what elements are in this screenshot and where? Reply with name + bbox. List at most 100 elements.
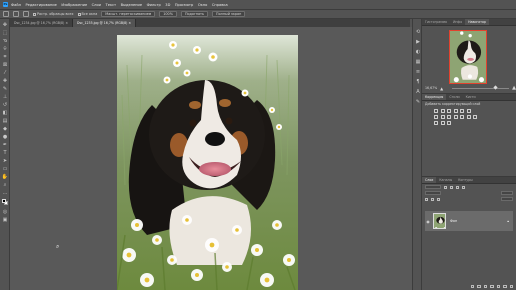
brush-tool-icon[interactable]: ✎	[2, 86, 8, 92]
zoom-value[interactable]: 16,67%	[425, 86, 437, 90]
all-windows-check[interactable]: Все окна	[77, 12, 97, 16]
quick-select-tool-icon[interactable]: ⌾	[2, 46, 8, 52]
canvas-area[interactable]	[10, 27, 412, 290]
layer-name[interactable]: Фон	[450, 219, 457, 223]
color-panel-icon[interactable]: ◐	[415, 49, 421, 55]
menu-3d[interactable]: 3D	[165, 3, 170, 7]
crop-tool-icon[interactable]: ⌗	[2, 54, 8, 60]
color-swatches[interactable]	[0, 198, 9, 208]
foreground-color-swatch[interactable]	[2, 199, 6, 203]
hand-tool-icon[interactable]: ✋	[2, 174, 8, 180]
selective-color-icon[interactable]	[447, 121, 451, 125]
menu-image[interactable]: Изображение	[61, 3, 87, 7]
gradient-tool-icon[interactable]: ▤	[2, 118, 8, 124]
tab-layers[interactable]: Слои	[422, 177, 437, 183]
screen-mode-icon[interactable]: ▣	[2, 217, 8, 223]
more-tools-icon[interactable]: …	[2, 190, 8, 196]
scrubby-zoom-button[interactable]: Масшт. перетаскиванием	[101, 11, 156, 17]
layer-style-icon[interactable]	[477, 284, 481, 289]
new-group-icon[interactable]	[496, 284, 500, 289]
path-select-tool-icon[interactable]: ➤	[2, 158, 8, 164]
rectangle-tool-icon[interactable]: ▭	[2, 166, 8, 172]
fit-screen-button[interactable]: Подогнать	[180, 11, 209, 17]
character-panel-icon[interactable]: A	[415, 89, 421, 95]
menu-layer[interactable]: Слои	[92, 3, 101, 7]
document-tab-active[interactable]: Dsc_1235.jpg @ 16,7% (RGB/8) ×	[73, 19, 137, 27]
resize-windows-check[interactable]: Растр. образцы всех	[33, 12, 74, 16]
lock-position-icon[interactable]	[431, 197, 434, 201]
exposure-icon[interactable]	[453, 109, 458, 113]
lock-icon[interactable]: 🔒︎	[507, 219, 509, 223]
zoom-100-button[interactable]: 100%	[159, 11, 177, 17]
layer-item-background[interactable]: ◉ Фон 🔒︎	[425, 211, 513, 231]
zoom-in-icon[interactable]: ▲	[512, 85, 516, 91]
clone-stamp-tool-icon[interactable]: ⊥	[2, 94, 8, 100]
navigator-preview[interactable]	[449, 30, 487, 84]
type-tool-icon[interactable]: T	[2, 150, 8, 156]
add-mask-icon[interactable]	[483, 284, 487, 289]
visibility-eye-icon[interactable]: ◉	[425, 219, 431, 224]
hue-saturation-icon[interactable]	[466, 109, 471, 113]
swatches-panel-icon[interactable]: ▦	[415, 59, 421, 65]
zoom-in-icon[interactable]	[23, 11, 29, 17]
posterize-icon[interactable]	[473, 115, 477, 119]
menu-view[interactable]: Просмотр	[175, 3, 193, 7]
filter-shape-icon[interactable]	[462, 185, 465, 189]
brush-panel-icon[interactable]: ✎	[415, 99, 421, 105]
menu-type[interactable]: Текст	[106, 3, 117, 7]
filter-type-icon[interactable]	[456, 185, 459, 189]
curves-icon[interactable]	[447, 109, 451, 113]
menu-select[interactable]: Выделение	[121, 3, 142, 7]
eraser-tool-icon[interactable]: ◧	[2, 110, 8, 116]
eyedropper-tool-icon[interactable]: ⁄	[2, 70, 8, 76]
healing-brush-tool-icon[interactable]: ✚	[2, 78, 8, 84]
adjustment-layer-icon[interactable]	[490, 284, 494, 289]
pen-tool-icon[interactable]: ✒	[2, 142, 8, 148]
photo-filter-icon[interactable]	[447, 115, 451, 119]
layer-kind-filter[interactable]	[425, 185, 441, 189]
filter-adjust-icon[interactable]	[450, 185, 453, 189]
blur-tool-icon[interactable]: ◆	[2, 126, 8, 132]
document-tab[interactable]: Dsc_1234.jpg @ 16,7% (RGB/8) ×	[10, 19, 74, 27]
opacity-field[interactable]	[501, 191, 513, 195]
threshold-icon[interactable]	[434, 121, 438, 125]
zoom-out-icon[interactable]: ▲	[440, 86, 443, 91]
zoom-tool-icon[interactable]: ⌕	[2, 182, 8, 188]
tab-info[interactable]: Инфо	[450, 19, 465, 25]
frame-tool-icon[interactable]: ⊠	[2, 62, 8, 68]
history-panel-icon[interactable]: ⟲	[415, 29, 421, 35]
gradient-map-icon[interactable]	[440, 121, 445, 125]
quick-mask-icon[interactable]: ◎	[2, 209, 8, 215]
menu-help[interactable]: Справка	[212, 3, 228, 7]
fill-field[interactable]	[501, 197, 513, 201]
lock-pixels-icon[interactable]	[425, 197, 428, 201]
home-icon[interactable]	[3, 11, 9, 17]
filter-pixel-icon[interactable]	[444, 185, 447, 189]
tab-navigator[interactable]: Навигатор	[465, 19, 489, 25]
menu-edit[interactable]: Редактирование	[25, 3, 56, 7]
invert-icon[interactable]	[466, 115, 471, 119]
photo-canvas[interactable]	[117, 35, 298, 290]
zoom-tool-icon[interactable]	[13, 11, 19, 17]
checkbox[interactable]	[77, 12, 81, 16]
menu-file[interactable]: Файл	[11, 3, 21, 7]
tab-channels[interactable]: Каналы	[436, 177, 455, 183]
black-white-icon[interactable]	[440, 115, 445, 119]
move-tool-icon[interactable]: ✥	[2, 22, 8, 28]
tab-brushes[interactable]: Кисти	[463, 94, 479, 100]
marquee-tool-icon[interactable]: ⬚	[2, 30, 8, 36]
color-balance-icon[interactable]	[434, 115, 438, 119]
fill-screen-button[interactable]: Полный экран	[212, 11, 246, 17]
zoom-slider-knob[interactable]	[493, 85, 498, 90]
lasso-tool-icon[interactable]: ᓀ	[2, 38, 8, 44]
delete-layer-icon[interactable]	[509, 284, 513, 289]
blend-mode-select[interactable]	[425, 191, 441, 195]
history-brush-tool-icon[interactable]: ↺	[2, 102, 8, 108]
dodge-tool-icon[interactable]: ●	[2, 134, 8, 140]
lock-all-icon[interactable]	[437, 197, 440, 201]
link-layers-icon[interactable]	[470, 284, 474, 289]
color-lookup-icon[interactable]	[460, 115, 464, 119]
channel-mixer-icon[interactable]	[453, 115, 458, 119]
levels-icon[interactable]	[440, 109, 445, 113]
vibrance-icon[interactable]	[460, 109, 464, 113]
